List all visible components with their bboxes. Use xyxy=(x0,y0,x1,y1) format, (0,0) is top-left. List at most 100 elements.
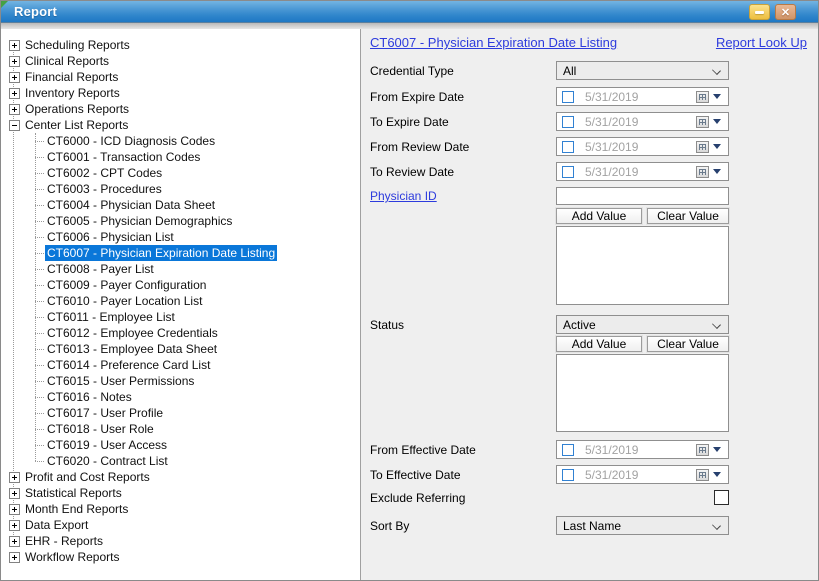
credential-type-label: Credential Type xyxy=(370,64,556,78)
status-label: Status xyxy=(370,318,556,332)
to-expire-date-picker[interactable]: 5/31/2019 xyxy=(556,112,729,131)
report-title-link[interactable]: CT6007 - Physician Expiration Date Listi… xyxy=(370,35,617,50)
tree-item-ct6001[interactable]: CT6001 - Transaction Codes xyxy=(1,149,360,165)
tree-item-profit-and-cost-reports[interactable]: Profit and Cost Reports xyxy=(1,469,360,485)
to-review-date-value: 5/31/2019 xyxy=(585,165,696,179)
tree-item-center-list-reports[interactable]: Center List Reports xyxy=(1,117,360,133)
dropdown-arrow-icon[interactable] xyxy=(713,94,721,99)
physician-add-value-button[interactable]: Add Value xyxy=(556,208,642,224)
sort-by-dropdown[interactable]: Last Name xyxy=(556,516,729,535)
from-effective-date-checkbox[interactable] xyxy=(562,444,574,456)
sort-by-value: Last Name xyxy=(563,519,621,533)
tree-item-ct6011[interactable]: CT6011 - Employee List xyxy=(1,309,360,325)
expand-icon[interactable] xyxy=(9,488,20,499)
tree-item-month-end-reports[interactable]: Month End Reports xyxy=(1,501,360,517)
tree-item-clinical-reports[interactable]: Clinical Reports xyxy=(1,53,360,69)
expand-icon[interactable] xyxy=(9,552,20,563)
exclude-referring-checkbox[interactable] xyxy=(714,490,729,505)
to-effective-date-checkbox[interactable] xyxy=(562,469,574,481)
expand-icon[interactable] xyxy=(9,520,20,531)
from-expire-date-label: From Expire Date xyxy=(370,90,556,104)
from-review-date-picker[interactable]: 5/31/2019 xyxy=(556,137,729,156)
expand-icon[interactable] xyxy=(9,72,20,83)
tree-item-ct6000[interactable]: CT6000 - ICD Diagnosis Codes xyxy=(1,133,360,149)
tree-item-ct6010[interactable]: CT6010 - Payer Location List xyxy=(1,293,360,309)
calendar-icon[interactable] xyxy=(696,141,709,153)
tree-item-ct6015[interactable]: CT6015 - User Permissions xyxy=(1,373,360,389)
calendar-icon[interactable] xyxy=(696,91,709,103)
tree-item-ct6018[interactable]: CT6018 - User Role xyxy=(1,421,360,437)
to-review-date-label: To Review Date xyxy=(370,165,556,179)
tree-item-ct6003[interactable]: CT6003 - Procedures xyxy=(1,181,360,197)
calendar-icon[interactable] xyxy=(696,116,709,128)
tree-item-ct6008[interactable]: CT6008 - Payer List xyxy=(1,261,360,277)
physician-id-input[interactable] xyxy=(556,187,729,205)
physician-id-listbox[interactable] xyxy=(556,226,729,305)
tree-item-scheduling-reports[interactable]: Scheduling Reports xyxy=(1,37,360,53)
tree-item-ct6013[interactable]: CT6013 - Employee Data Sheet xyxy=(1,341,360,357)
tree-item-statistical-reports[interactable]: Statistical Reports xyxy=(1,485,360,501)
minimize-icon xyxy=(755,11,764,14)
status-dropdown[interactable]: Active xyxy=(556,315,729,334)
dropdown-arrow-icon[interactable] xyxy=(713,472,721,477)
status-listbox[interactable] xyxy=(556,354,729,432)
tree-item-ct6004[interactable]: CT6004 - Physician Data Sheet xyxy=(1,197,360,213)
to-effective-date-label: To Effective Date xyxy=(370,468,556,482)
tree-item-ct6012[interactable]: CT6012 - Employee Credentials xyxy=(1,325,360,341)
tree-item-ct6020[interactable]: CT6020 - Contract List xyxy=(1,453,360,469)
dropdown-arrow-icon[interactable] xyxy=(713,447,721,452)
tree-item-ehr-reports[interactable]: EHR - Reports xyxy=(1,533,360,549)
status-add-value-button[interactable]: Add Value xyxy=(556,336,642,352)
credential-type-dropdown[interactable]: All xyxy=(556,61,729,80)
to-review-date-checkbox[interactable] xyxy=(562,166,574,178)
calendar-icon[interactable] xyxy=(696,444,709,456)
from-review-date-value: 5/31/2019 xyxy=(585,140,696,154)
expand-icon[interactable] xyxy=(9,40,20,51)
tree-item-financial-reports[interactable]: Financial Reports xyxy=(1,69,360,85)
dropdown-arrow-icon[interactable] xyxy=(713,169,721,174)
physician-clear-value-button[interactable]: Clear Value xyxy=(647,208,729,224)
expand-icon[interactable] xyxy=(9,472,20,483)
tree-item-workflow-reports[interactable]: Workflow Reports xyxy=(1,549,360,565)
physician-id-link[interactable]: Physician ID xyxy=(370,189,437,203)
tree-item-ct6005[interactable]: CT6005 - Physician Demographics xyxy=(1,213,360,229)
expand-icon[interactable] xyxy=(9,104,20,115)
tree-item-ct6002[interactable]: CT6002 - CPT Codes xyxy=(1,165,360,181)
minimize-button[interactable] xyxy=(749,4,770,20)
from-effective-date-picker[interactable]: 5/31/2019 xyxy=(556,440,729,459)
calendar-icon[interactable] xyxy=(696,166,709,178)
calendar-icon[interactable] xyxy=(696,469,709,481)
tree-item-inventory-reports[interactable]: Inventory Reports xyxy=(1,85,360,101)
to-review-date-picker[interactable]: 5/31/2019 xyxy=(556,162,729,181)
tree-item-ct6019[interactable]: CT6019 - User Access xyxy=(1,437,360,453)
report-look-up-link[interactable]: Report Look Up xyxy=(716,35,807,50)
to-expire-date-checkbox[interactable] xyxy=(562,116,574,128)
close-button[interactable]: ✕ xyxy=(775,4,796,20)
collapse-icon[interactable] xyxy=(9,120,20,131)
expand-icon[interactable] xyxy=(9,88,20,99)
exclude-referring-label: Exclude Referring xyxy=(370,491,556,505)
tree-item-ct6016[interactable]: CT6016 - Notes xyxy=(1,389,360,405)
status-value: Active xyxy=(563,318,596,332)
tree-item-ct6007-selected[interactable]: CT6007 - Physician Expiration Date Listi… xyxy=(1,245,360,261)
to-expire-date-value: 5/31/2019 xyxy=(585,115,696,129)
expand-icon[interactable] xyxy=(9,56,20,67)
from-expire-date-picker[interactable]: 5/31/2019 xyxy=(556,87,729,106)
from-effective-date-label: From Effective Date xyxy=(370,443,556,457)
tree-item-ct6006[interactable]: CT6006 - Physician List xyxy=(1,229,360,245)
to-effective-date-picker[interactable]: 5/31/2019 xyxy=(556,465,729,484)
status-clear-value-button[interactable]: Clear Value xyxy=(647,336,729,352)
expand-icon[interactable] xyxy=(9,536,20,547)
tree-item-ct6009[interactable]: CT6009 - Payer Configuration xyxy=(1,277,360,293)
credential-type-value: All xyxy=(563,64,576,78)
dropdown-arrow-icon[interactable] xyxy=(713,144,721,149)
tree-item-data-export[interactable]: Data Export xyxy=(1,517,360,533)
tree-item-ct6017[interactable]: CT6017 - User Profile xyxy=(1,405,360,421)
tree-item-ct6014[interactable]: CT6014 - Preference Card List xyxy=(1,357,360,373)
from-review-date-checkbox[interactable] xyxy=(562,141,574,153)
expand-icon[interactable] xyxy=(9,504,20,515)
from-expire-date-checkbox[interactable] xyxy=(562,91,574,103)
dropdown-arrow-icon[interactable] xyxy=(713,119,721,124)
tree-item-operations-reports[interactable]: Operations Reports xyxy=(1,101,360,117)
from-review-date-label: From Review Date xyxy=(370,140,556,154)
